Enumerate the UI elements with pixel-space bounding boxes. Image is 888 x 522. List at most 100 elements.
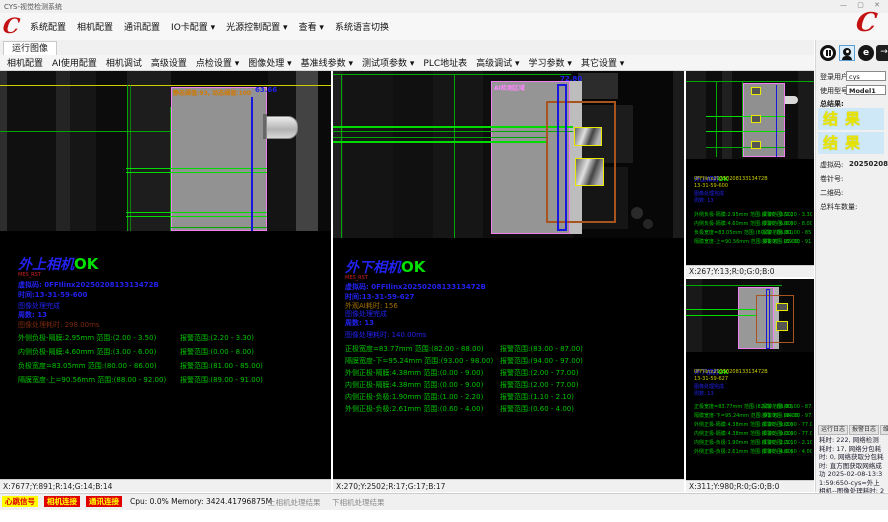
connector-part	[785, 96, 798, 104]
elapsed-time-text: 图像处理耗时: 298.00ms	[18, 320, 100, 330]
user-icon	[842, 56, 852, 60]
tool-image-processing[interactable]: 图像处理 ▾	[248, 56, 291, 69]
alarm-range-text: 报警范围:(2.00 - 77.00)	[762, 421, 812, 428]
measurement-row: 外侧正极-负极:2.61mm 范围:(0.60 - 4.00)报警范围:(0.6…	[345, 404, 675, 416]
pixel-coords-bar: X:270;Y:2502;R:17;G:17;B:17	[333, 479, 684, 492]
menu-view[interactable]: 查看 ▾	[299, 20, 324, 33]
tool-test-params[interactable]: 测试项参数 ▾	[362, 56, 414, 69]
roi-rect-blue	[766, 289, 770, 349]
edge-line	[341, 74, 342, 238]
brand-logo-icon: C	[1, 13, 21, 38]
exit-button[interactable]: →	[876, 45, 888, 61]
menu-bar: C 系统配置 相机配置 通讯配置 IO卡配置 ▾ 光源控制配置 ▾ 查看 ▾ 系…	[0, 13, 888, 40]
tool-bar: 相机配置 AI使用配置 相机调试 高级设置 点检设置 ▾ 图像处理 ▾ 基准线参…	[0, 55, 814, 71]
alarm-range-text: 报警范围:(0.00 - 8.00)	[762, 220, 812, 227]
tool-plc-address[interactable]: PLC地址表	[423, 56, 467, 69]
time-text: 时间:13-31-59-600	[18, 290, 87, 300]
virtual-code-label: 虚拟码:	[820, 160, 843, 170]
menu-language-switch[interactable]: 系统语言切换	[335, 20, 389, 33]
measurement-row: 内侧正极-隔膜:4.38mm 范围:(0.00 - 9.00)报警范围:(2.0…	[345, 380, 675, 392]
tab-alarm-log[interactable]: 报警日志	[849, 425, 879, 435]
minimize-icon[interactable]: —	[838, 1, 851, 9]
menu-io-config[interactable]: IO卡配置 ▾	[171, 20, 215, 33]
result-status-label: OK	[74, 255, 98, 273]
part-image-band	[0, 71, 7, 231]
winding-pin-label: 卷针号:	[820, 174, 843, 184]
measure-line-blue	[776, 85, 777, 157]
edge-line	[454, 74, 455, 238]
alarm-range-text: 报警范围:(2.00 - 77.00)	[500, 368, 578, 378]
tool-learning-params[interactable]: 学习参数 ▾	[529, 56, 572, 69]
alarm-range-text: 报警范围:(94.00 - 97.00)	[762, 412, 812, 419]
menu-system-config[interactable]: 系统配置	[30, 20, 66, 33]
roi-rect-brown	[756, 295, 794, 343]
measure-line	[686, 315, 756, 316]
edge-line	[130, 85, 131, 231]
tool-advanced-debug[interactable]: 高级调试 ▾	[476, 56, 519, 69]
pixel-coords-bar: X:311;Y:980;R:0;G:0;B:0	[686, 480, 814, 492]
pixel-coords-bar: X:7677;Y:891;R:14;G:14;B:14	[0, 479, 331, 492]
info-icon: e	[863, 48, 869, 58]
up-camera-result-text: 上相机处理结果	[268, 497, 321, 508]
alarm-range-text: 报警范围:(81.00 - 85.00)	[180, 361, 263, 371]
cycle-count-text: 周数: 13	[18, 310, 47, 320]
mini-top-canvas[interactable]	[686, 71, 814, 159]
process-done-text: 图像处理完成	[694, 190, 724, 197]
tool-camera-config[interactable]: 相机配置	[7, 56, 43, 69]
cycle-count-text: 周数: 13	[694, 390, 714, 397]
info-button[interactable]: e	[858, 45, 874, 61]
alarm-range-text: 报警范围:(94.00 - 97.00)	[500, 356, 583, 366]
log-tabs: 运行日志 报警日志 维修日志	[818, 425, 888, 435]
weld-roi-rect	[574, 127, 602, 146]
baseline-line	[0, 131, 171, 132]
cpu-memory-text: Cpu: 0.0% Memory: 3424.41796875M	[130, 497, 272, 506]
pixel-coords-bar: X:267;Y:13;R:0;G:0;B:0	[686, 265, 814, 277]
login-user-button[interactable]	[839, 45, 855, 61]
brand-logo-icon: C	[854, 11, 878, 36]
measurement-row: 外侧负极-隔膜:2.95mm 范围:(2.00 - 3.50)报警范围:(2.2…	[18, 333, 318, 347]
tab-run-log[interactable]: 运行日志	[818, 425, 848, 435]
measurement-row: 正极宽度=83.77mm 范围:(82.00 - 88.00)报警范围:(83.…	[345, 344, 675, 356]
mid-camera-canvas[interactable]: AI检测区域 72.80	[333, 71, 684, 238]
roi-rect-blue	[557, 84, 567, 231]
measurement-text: 正极宽度=83.77mm 范围:(82.00 - 88.00)	[345, 345, 484, 353]
measure-line	[126, 212, 267, 213]
tool-spot-check[interactable]: 点检设置 ▾	[196, 56, 239, 69]
barcode-text: 虚拟码: 0FFIlinx2025020813313472B	[18, 280, 159, 290]
tab-maintenance-log[interactable]: 维修日志	[880, 425, 888, 435]
alarm-range-text: 报警范围:(2.00 - 77.00)	[762, 430, 812, 437]
pause-button[interactable]	[820, 45, 836, 61]
tool-camera-debug[interactable]: 相机调试	[106, 56, 142, 69]
model-field[interactable]: Model1	[846, 85, 886, 95]
measurement-list: 外侧负极-隔膜:2.95mm 范围:(2.00 - 3.50)报警范围:(2.2…	[18, 333, 318, 389]
cycle-count-text: 周数: 13	[345, 318, 374, 328]
user-icon	[843, 48, 851, 56]
tool-other-settings[interactable]: 其它设置 ▾	[581, 56, 624, 69]
cart-count-label: 总料车数量:	[820, 202, 857, 212]
login-user-field[interactable]: cys	[846, 71, 886, 81]
measure-line	[686, 309, 756, 310]
menu-camera-config[interactable]: 相机配置	[77, 20, 113, 33]
measure-line	[126, 168, 267, 169]
virtual-code-value: 20250208	[849, 160, 888, 168]
tab-run-image[interactable]: 运行图像	[3, 41, 57, 56]
mes-status-text: MES_RST	[345, 275, 368, 281]
measure-value-text: 72.80	[560, 75, 582, 83]
part-image-band	[56, 71, 70, 231]
tool-baseline-params[interactable]: 基准线参数 ▾	[301, 56, 353, 69]
menu-light-config[interactable]: 光源控制配置 ▾	[226, 20, 287, 33]
measurement-row: 外侧正极-负极:2.61mm 范围:(0.60 - 4.00)报警范围:(0.6…	[694, 448, 812, 457]
camera-name-label: 外上相机	[18, 257, 74, 273]
measure-line	[126, 216, 267, 217]
tool-ai-config[interactable]: AI使用配置	[52, 56, 97, 69]
result-badge: 结果	[818, 108, 884, 130]
time-text: 13-31-59-627	[694, 376, 728, 382]
status-bar: 心跳信号 相机连接 通讯连接 Cpu: 0.0% Memory: 3424.41…	[0, 493, 888, 510]
mini-bottom-canvas[interactable]	[686, 279, 814, 352]
part-image-band	[393, 71, 433, 238]
pause-icon	[829, 50, 831, 56]
tool-advanced-settings[interactable]: 高级设置	[151, 56, 187, 69]
measure-line	[706, 116, 785, 117]
left-camera-canvas[interactable]: 静态阈值:93, 动态阈值:100 63.66	[0, 71, 331, 231]
menu-comm-config[interactable]: 通讯配置	[124, 20, 160, 33]
